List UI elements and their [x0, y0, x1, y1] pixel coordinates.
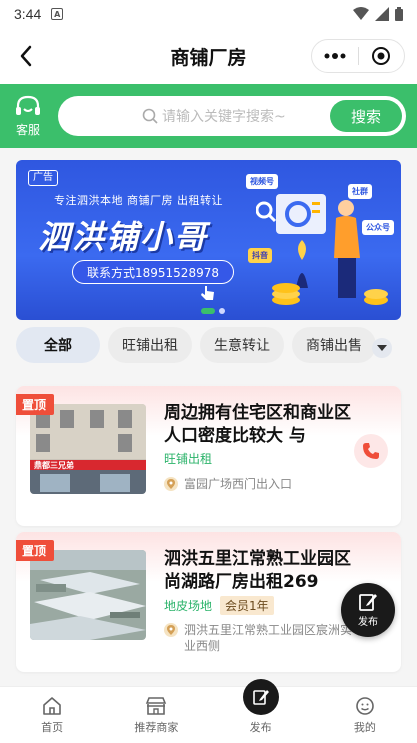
shop-sign: 鼎都三兄弟 [34, 461, 74, 470]
status-bar: 3:44 A [0, 0, 417, 28]
bottom-tab-bar: 首页 推荐商家 发布 我的 [0, 679, 417, 743]
banner-title: 泗洪铺小哥 [38, 218, 209, 256]
battery-icon [395, 7, 403, 21]
target-icon [372, 47, 391, 65]
status-time: 3:44 [14, 6, 42, 22]
customer-service-label: 客服 [15, 122, 40, 137]
more-dots-icon [324, 53, 346, 59]
listing-address: 泗洪五里江常熟工业园区宸洲实业西侧 [164, 622, 354, 654]
customer-service-button[interactable]: 客服 [0, 95, 56, 138]
tab-me-label: 我的 [353, 721, 376, 734]
listing-title: 周边拥有住宅区和商业区 人口密度比较大 与 [164, 403, 351, 446]
address-text: 富园广场西门出入口 [184, 477, 293, 491]
publish-icon-circle [242, 679, 279, 715]
store-icon [146, 697, 167, 715]
listing-category: 地皮场地 [164, 599, 213, 613]
listing-address: 富园广场西门出入口 [164, 476, 354, 492]
search-placeholder: 请输入关键字搜索~ [162, 109, 286, 125]
floating-publish-button[interactable]: 发布 [341, 583, 395, 637]
address-text: 泗洪五里江常熟工业园区宸洲实业西侧 [184, 623, 353, 653]
call-button[interactable] [354, 434, 388, 468]
category-business-transfer[interactable]: 生意转让 [200, 327, 284, 363]
status-icons [353, 7, 403, 21]
edit-icon [359, 594, 377, 611]
pointer-hand-icon [201, 286, 214, 300]
listing-thumbnail: 鼎都三兄弟 [30, 404, 146, 494]
banner-tag-video: 视频号 [246, 174, 278, 189]
tab-home-label: 首页 [41, 721, 64, 734]
banner-dot [219, 308, 225, 314]
banner-tagline: 专注泗洪本地 商铺厂房 出租转让 [54, 194, 223, 207]
search-input[interactable]: 请输入关键字搜索~ 搜索 [58, 96, 406, 136]
wifi-icon [353, 7, 369, 20]
listing-tags: 地皮场地 会员1年 [164, 596, 274, 615]
listing-tags: 旺铺出租 [164, 450, 212, 467]
chevron-left-icon [20, 45, 32, 67]
category-shop-sale[interactable]: 商铺出售 [292, 327, 376, 363]
category-expand-button[interactable] [372, 338, 392, 358]
listing-title: 泗洪五里江常熟工业园区尚湖路厂房出租269 [164, 549, 351, 592]
location-pin-icon [164, 477, 178, 491]
listing-thumbnail [30, 550, 146, 640]
banner-pagination [201, 308, 225, 314]
search-header: 客服 请输入关键字搜索~ 搜索 [0, 84, 417, 148]
nav-bar: 商铺厂房 [0, 28, 417, 84]
edit-icon [252, 690, 269, 705]
headset-icon [16, 95, 40, 115]
search-icon [142, 108, 158, 124]
tab-me[interactable]: 我的 [313, 687, 417, 743]
tab-publish[interactable]: 发布 [209, 679, 313, 743]
tab-merchants-label: 推荐商家 [134, 721, 179, 734]
back-button[interactable] [10, 40, 42, 72]
mini-program-capsule [311, 39, 405, 73]
tab-home[interactable]: 首页 [0, 687, 104, 743]
user-icon [356, 697, 374, 715]
close-miniprogram-button[interactable] [359, 40, 405, 72]
caret-down-icon [377, 345, 387, 351]
category-tabs: 全部 旺铺出租 生意转让 商铺出售 [16, 326, 417, 364]
pinned-badge: 置顶 [16, 394, 55, 415]
pinned-badge: 置顶 [16, 540, 55, 561]
category-shop-rent[interactable]: 旺铺出租 [108, 327, 192, 363]
location-pin-icon [164, 623, 178, 637]
phone-icon [363, 443, 379, 459]
listing-category: 旺铺出租 [164, 452, 213, 466]
ad-banner[interactable]: 广告 专注泗洪本地 商铺厂房 出租转让 泗洪铺小哥 联系方式1895152897… [16, 160, 401, 320]
search-button[interactable]: 搜索 [330, 100, 402, 132]
floating-publish-label: 发布 [358, 617, 378, 628]
banner-contact: 联系方式18951528978 [72, 260, 234, 284]
tab-publish-label: 发布 [249, 721, 272, 734]
notification-icon: A [51, 8, 64, 20]
listing-card[interactable]: 置顶 鼎都三兄弟 周边拥有住宅区和商业区 人口密度比较大 与 旺铺出租 富园广场… [16, 386, 401, 526]
ad-label: 广告 [28, 170, 58, 186]
tab-merchants[interactable]: 推荐商家 [104, 687, 208, 743]
more-button[interactable] [312, 40, 358, 72]
home-icon [43, 697, 61, 715]
signal-icon [375, 7, 389, 21]
banner-dot-active [201, 308, 215, 314]
member-badge: 会员1年 [220, 596, 274, 615]
banner-illustration [256, 194, 388, 305]
search-placeholder-group: 请输入关键字搜索~ [142, 106, 286, 126]
category-all[interactable]: 全部 [16, 327, 100, 363]
